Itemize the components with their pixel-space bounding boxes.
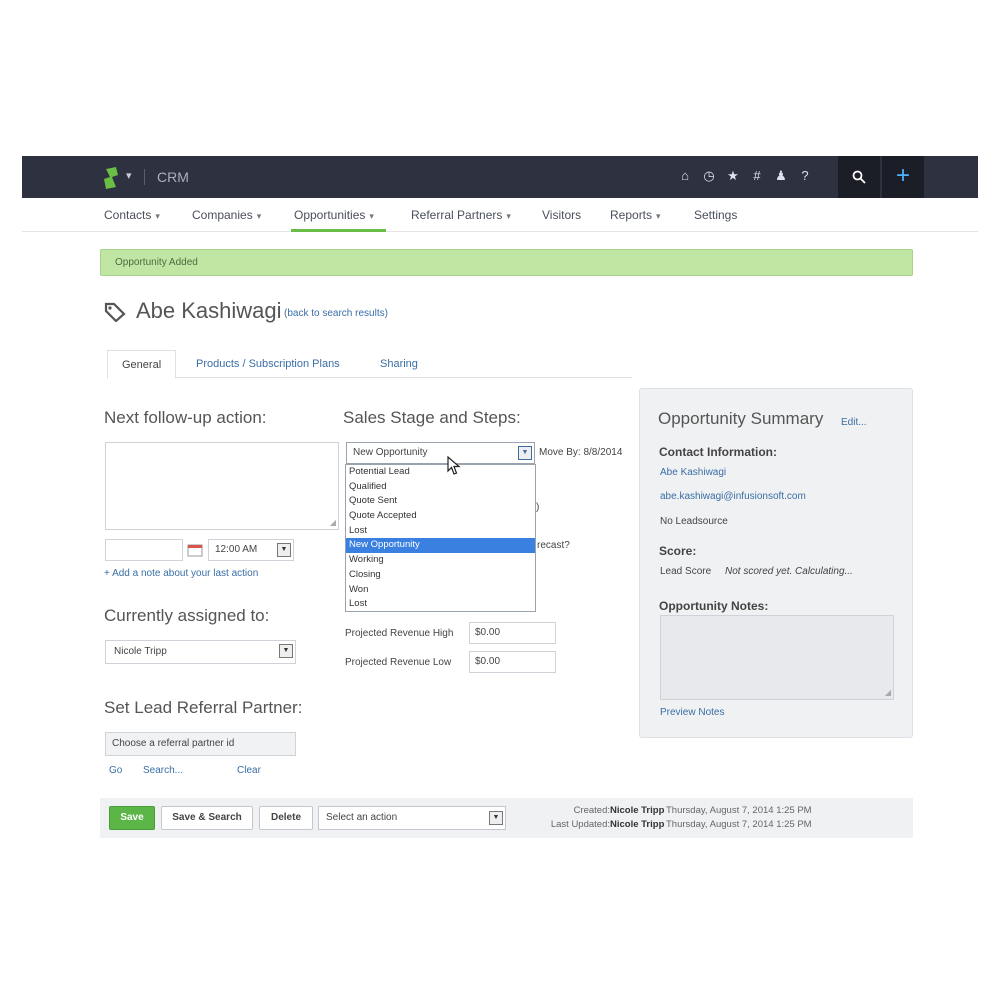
updated-date: Thursday, August 7, 2014 1:25 PM <box>666 819 812 830</box>
nav-reports[interactable]: Reports ▾ <box>610 208 661 222</box>
stage-option[interactable]: Quote Accepted <box>346 509 535 524</box>
contact-email-link[interactable]: abe.kashiwagi@infusionsoft.com <box>660 491 806 502</box>
help-icon[interactable]: ? <box>797 168 813 184</box>
divider <box>144 169 145 185</box>
referral-go-link[interactable]: Go <box>109 765 122 776</box>
summary-edit-link[interactable]: Edit... <box>841 417 867 428</box>
followup-heading: Next follow-up action: <box>104 408 267 427</box>
user-icon[interactable]: ♟ <box>773 168 789 184</box>
nav-contacts[interactable]: Contacts ▾ <box>104 208 160 222</box>
referral-clear-link[interactable]: Clear <box>237 765 261 776</box>
save-and-search-button[interactable]: Save & Search <box>161 806 253 830</box>
followup-date-input[interactable] <box>105 539 183 561</box>
projected-low-label: Projected Revenue Low <box>345 657 452 668</box>
tab-products[interactable]: Products / Subscription Plans <box>196 358 340 370</box>
delete-button[interactable]: Delete <box>259 806 313 830</box>
action-select[interactable]: Select an action ▼ <box>318 806 506 830</box>
summary-title: Opportunity Summary <box>658 409 824 428</box>
resize-handle-icon[interactable]: ◢ <box>885 688 891 697</box>
forecast-label: recast? <box>537 540 570 551</box>
chevron-down-icon[interactable]: ▼ <box>489 811 503 825</box>
assigned-user-select[interactable]: Nicole Tripp ▼ <box>105 640 296 664</box>
nav-settings[interactable]: Settings <box>694 208 737 222</box>
created-date: Thursday, August 7, 2014 1:25 PM <box>666 805 812 816</box>
created-label: Created: <box>573 805 610 816</box>
page-content: Opportunity Added Abe Kashiwagi (back to… <box>22 232 978 844</box>
resize-handle-icon[interactable]: ◢ <box>330 518 336 527</box>
opportunity-notes-textarea[interactable]: ◢ <box>660 615 894 700</box>
chevron-down-icon[interactable]: ▼ <box>518 446 532 460</box>
top-icons: ⌂ ◷ ★ # ♟ ? <box>677 168 813 184</box>
hidden-field-fragment: ) <box>536 502 540 513</box>
star-icon[interactable]: ★ <box>725 168 741 184</box>
page-title: Abe Kashiwagi <box>136 298 282 323</box>
nav-companies[interactable]: Companies ▾ <box>192 208 261 222</box>
nav-visitors[interactable]: Visitors <box>542 208 581 222</box>
updated-by: Nicole Tripp <box>610 819 665 830</box>
stage-option[interactable]: Working <box>346 553 535 568</box>
projected-high-label: Projected Revenue High <box>345 628 454 639</box>
tab-general[interactable]: General <box>107 350 177 379</box>
chevron-down-icon[interactable]: ▾ <box>126 169 132 182</box>
nav-referral-partners[interactable]: Referral Partners ▾ <box>411 208 511 222</box>
assigned-heading: Currently assigned to: <box>104 606 270 625</box>
top-bar: ▾ CRM ⌂ ◷ ★ # ♟ ? + <box>22 156 978 198</box>
followup-time-select[interactable]: 12:00 AM ▼ <box>208 539 294 561</box>
lead-score-value: Not scored yet. Calculating... <box>725 566 853 577</box>
opportunity-notes-heading: Opportunity Notes: <box>659 599 769 613</box>
main-nav: Contacts ▾ Companies ▾ Opportunities ▾ Refe… <box>22 198 978 232</box>
projected-high-input[interactable]: $0.00 <box>469 622 556 644</box>
stage-option[interactable]: Potential Lead <box>346 465 535 480</box>
tab-bar: General Products / Subscription Plans Sh… <box>107 350 632 379</box>
footer-action-bar: Save Save & Search Delete Select an acti… <box>100 798 913 838</box>
stage-option[interactable]: Won <box>346 583 535 598</box>
stage-option[interactable]: Qualified <box>346 480 535 495</box>
projected-low-input[interactable]: $0.00 <box>469 651 556 673</box>
tab-sharing[interactable]: Sharing <box>380 358 418 370</box>
infusionsoft-logo-icon[interactable] <box>102 167 120 189</box>
app-name: CRM <box>157 169 189 185</box>
back-to-search-link[interactable]: (back to search results) <box>284 308 388 319</box>
referral-heading: Set Lead Referral Partner: <box>104 698 303 717</box>
stage-heading: Sales Stage and Steps: <box>343 408 521 427</box>
referral-partner-input[interactable]: Choose a referral partner id <box>105 732 296 756</box>
contact-name-link[interactable]: Abe Kashiwagi <box>660 467 726 478</box>
add-note-link[interactable]: + Add a note about your last action <box>104 568 258 579</box>
stage-option[interactable]: Lost <box>346 524 535 539</box>
preview-notes-link[interactable]: Preview Notes <box>660 707 724 718</box>
crm-app: ▾ CRM ⌂ ◷ ★ # ♟ ? + Contacts ▾ Companies ▾… <box>22 156 978 844</box>
followup-textarea[interactable]: ◢ <box>105 442 339 530</box>
clock-icon[interactable]: ◷ <box>701 168 717 184</box>
sales-stage-select[interactable]: New Opportunity ▼ <box>346 442 535 464</box>
leadsource-text: No Leadsource <box>660 516 728 527</box>
mouse-cursor-icon <box>447 456 461 475</box>
updated-label: Last Updated: <box>550 819 610 830</box>
move-by-date: Move By: 8/8/2014 <box>539 447 623 458</box>
contact-info-heading: Contact Information: <box>659 445 777 459</box>
plus-icon[interactable]: + <box>882 156 924 198</box>
lead-score-label: Lead Score <box>660 566 712 577</box>
stage-option[interactable]: Lost <box>346 597 535 612</box>
score-heading: Score: <box>659 544 697 558</box>
stage-option[interactable]: Closing <box>346 568 535 583</box>
hash-icon[interactable]: # <box>749 168 765 184</box>
calendar-icon[interactable] <box>187 543 203 557</box>
created-by: Nicole Tripp <box>610 805 665 816</box>
referral-search-link[interactable]: Search... <box>143 765 183 776</box>
chevron-down-icon[interactable]: ▼ <box>279 644 293 658</box>
nav-opportunities[interactable]: Opportunities ▾ <box>294 208 374 222</box>
opportunity-summary-panel: Opportunity Summary Edit... Contact Info… <box>639 388 913 738</box>
stage-option[interactable]: Quote Sent <box>346 494 535 509</box>
success-alert: Opportunity Added <box>100 249 913 276</box>
sales-stage-dropdown: Potential Lead Qualified Quote Sent Quot… <box>345 464 536 612</box>
save-button[interactable]: Save <box>109 806 155 830</box>
chevron-down-icon[interactable]: ▼ <box>277 543 291 557</box>
home-icon[interactable]: ⌂ <box>677 168 693 184</box>
search-icon[interactable] <box>838 156 880 198</box>
stage-option-selected[interactable]: New Opportunity <box>346 538 535 554</box>
tag-icon <box>104 302 126 322</box>
